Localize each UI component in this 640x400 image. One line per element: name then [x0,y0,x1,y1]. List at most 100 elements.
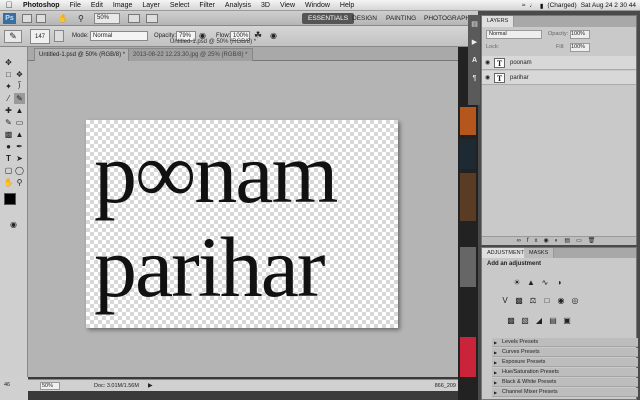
layer-name[interactable]: parihar [510,75,529,81]
eraser-tool-icon[interactable]: ▭ [14,117,25,128]
exposure-icon[interactable]: ◑ [554,278,564,288]
menu-view[interactable]: View [275,2,300,9]
brightness-contrast-icon[interactable]: ☀ [512,278,522,288]
foreground-color-swatch[interactable] [4,193,16,205]
menu-window[interactable]: Window [300,2,335,9]
layers-footer-icons[interactable]: ∞fx◉◐▤▭🗑 [482,236,636,245]
hand-tool-icon[interactable]: ✋ [58,14,72,23]
curves-icon[interactable]: ∿ [540,278,550,288]
tab-layers[interactable]: LAYERS [482,16,515,27]
mode-select[interactable]: Normal [90,31,148,41]
photo-filter-icon[interactable]: ◉ [556,296,566,306]
fill-field[interactable]: 100% [570,43,590,52]
menu-image[interactable]: Image [108,2,137,9]
visibility-eye-icon[interactable]: ◉ [485,59,490,66]
layer-opacity-field[interactable]: 100% [570,30,590,39]
marquee-tool-icon[interactable]: □ [3,69,14,80]
brush-size-picker[interactable]: 147 [30,29,50,44]
preset-list-item[interactable]: Channel Mixer Presets [492,388,638,397]
gradient-map-icon[interactable]: ▤ [548,316,558,326]
lasso-tool-icon[interactable]: ❖ [14,69,25,80]
blend-mode-select[interactable]: Normal [486,30,542,39]
menu-edit[interactable]: Edit [86,2,108,9]
hand-tool-icon-toolbox[interactable]: ✋ [3,177,14,188]
shape-tool-icon[interactable]: ▢ [3,165,14,176]
brush-tool-preset-icon[interactable]: ✎ [4,30,22,43]
preset-list-item[interactable]: Exposure Presets [492,358,638,367]
layer-name[interactable]: poonam [510,60,532,66]
character-panel-icon[interactable]: A [469,55,480,66]
menu-3d[interactable]: 3D [256,2,275,9]
photo-thumbnail [460,247,476,287]
workspace-design[interactable]: DESIGN [346,13,383,24]
tab-jpg-document[interactable]: 2013-08-22 12.23.30.jpg @ 25% (RGB/8) * [128,48,253,61]
paragraph-panel-icon[interactable]: ¶ [469,73,480,84]
status-bar: 50% Doc: 3.01M/1.56M ▶ 866_209 [28,379,458,391]
move-tool-icon[interactable]: ✥ [3,57,14,68]
preset-list-item[interactable]: Black & White Presets [492,378,638,387]
quick-mask-icon[interactable]: ◉ [8,219,19,230]
document-canvas[interactable]: p∞nam parihar [86,120,398,328]
apple-icon[interactable]:  [0,0,18,10]
hue-saturation-icon[interactable]: ▩ [514,296,524,306]
volume-icon[interactable]: ♩ [529,2,536,9]
bridge-icon[interactable] [22,14,32,23]
minibridge-icon[interactable] [36,14,46,23]
zoom-tool-icon-toolbox[interactable]: ⚲ [14,177,25,188]
menu-filter[interactable]: Filter [194,2,220,9]
invert-icon[interactable]: ▩ [506,316,516,326]
lock-label: Lock: [486,44,500,50]
menu-layer[interactable]: Layer [137,2,165,9]
dodge-tool-icon[interactable]: ● [3,141,14,152]
menu-analysis[interactable]: Analysis [220,2,256,9]
threshold-icon[interactable]: ◢ [534,316,544,326]
tab-untitled-1[interactable]: Untitled-1.psd @ 50% (RGB/8) * [34,48,131,61]
zoom-tool-icon[interactable]: ⚲ [78,14,90,23]
gradient-tool-icon[interactable]: ▩ [3,129,14,140]
menu-clock[interactable]: Sat Aug 24 2 30 44 [581,2,636,9]
arrange-documents-icon[interactable] [128,14,140,23]
levels-icon[interactable]: ▲ [526,278,536,288]
pressure-size-icon[interactable]: ◉ [270,31,278,41]
brush-tool-icon[interactable]: ✎ [14,93,25,104]
layer-row[interactable]: ◉ T poonam [482,56,636,70]
crop-tool-icon[interactable]: ⟌ [14,81,25,92]
path-select-tool-icon[interactable]: ➤ [14,153,25,164]
status-zoom-field[interactable]: 50% [40,382,60,390]
color-balance-icon[interactable]: ⚖ [528,296,538,306]
layer-row[interactable]: ◉ T parihar [482,71,636,85]
posterize-icon[interactable]: ▧ [520,316,530,326]
3d-rotate-tool-icon[interactable]: ◯ [14,165,25,176]
workspace-painting[interactable]: PAINTING [380,13,422,24]
eyedropper-tool-icon[interactable]: ⁄ [3,93,14,104]
menu-help[interactable]: Help [335,2,359,9]
tab-masks[interactable]: MASKS [524,248,555,258]
visibility-eye-icon[interactable]: ◉ [485,74,490,81]
menu-select[interactable]: Select [165,2,194,9]
pen-tool-icon[interactable]: ✒ [14,141,25,152]
vibrance-icon[interactable]: V [500,296,510,306]
brush-panel-toggle[interactable] [54,30,64,42]
type-tool-icon[interactable]: T [3,153,14,164]
history-brush-tool-icon[interactable]: ✎ [3,117,14,128]
menu-app-name[interactable]: Photoshop [18,2,65,9]
preset-list-item[interactable]: Levels Presets [492,338,638,347]
wifi-icon[interactable]: ≈ [522,2,526,9]
menu-file[interactable]: File [65,2,86,9]
healing-tool-icon[interactable]: ✚ [3,105,14,116]
battery-icon[interactable]: ▮ [540,2,544,10]
preset-list-item[interactable]: Hue/Saturation Presets [492,368,638,377]
actions-panel-icon[interactable]: ▶ [469,37,480,48]
clone-stamp-tool-icon[interactable]: ▲ [14,105,25,116]
channel-mixer-icon[interactable]: ◎ [570,296,580,306]
preset-list-item[interactable]: Curves Presets [492,348,638,357]
selective-color-icon[interactable]: ▣ [562,316,572,326]
history-panel-icon[interactable]: ▤ [469,19,480,30]
quick-select-tool-icon[interactable]: ✦ [3,81,14,92]
black-white-icon[interactable]: □ [542,296,552,306]
screen-mode-icon[interactable] [146,14,158,23]
status-doc-size: Doc: 3.01M/1.56M [94,383,139,389]
status-arrow-icon[interactable]: ▶ [148,382,153,389]
zoom-level-select[interactable]: 50% [94,13,120,24]
blur-tool-icon[interactable]: ▲ [14,129,25,140]
